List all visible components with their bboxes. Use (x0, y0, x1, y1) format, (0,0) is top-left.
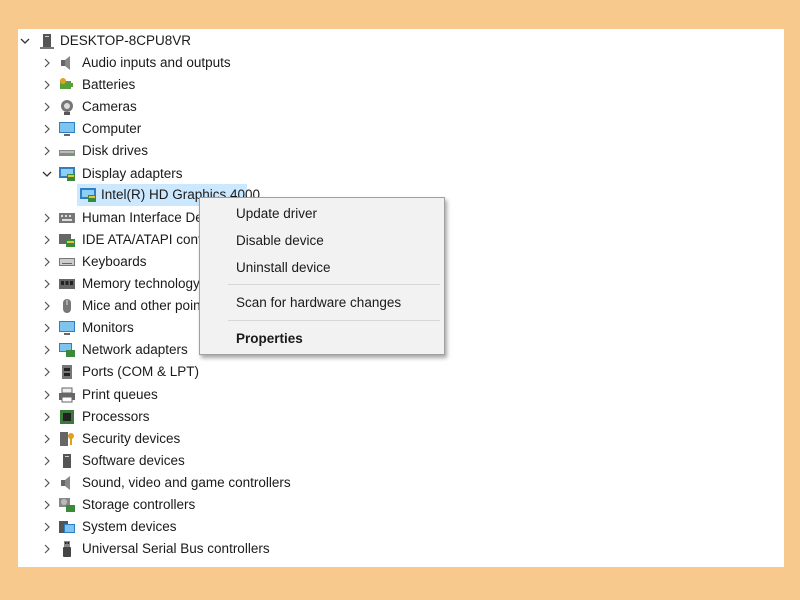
tree-item-software-devices[interactable]: Software devices (40, 450, 340, 472)
chevron-right-icon[interactable] (40, 538, 54, 560)
chevron-right-icon[interactable] (40, 516, 54, 538)
tree-item-processors[interactable]: Processors (40, 406, 340, 428)
security-key-icon (58, 430, 76, 448)
tree-item-label: Computer (82, 121, 142, 137)
tree-item-security-devices[interactable]: Security devices (40, 428, 340, 450)
tree-item-label: Universal Serial Bus controllers (82, 541, 270, 557)
chevron-right-icon[interactable] (40, 428, 54, 450)
tree-item-label: Human Interface Dev (82, 209, 210, 225)
chevron-right-icon[interactable] (40, 406, 54, 428)
chevron-down-icon[interactable] (40, 163, 54, 185)
menu-separator (228, 284, 440, 285)
chevron-right-icon[interactable] (40, 74, 54, 96)
chevron-right-icon[interactable] (40, 96, 54, 118)
tree-item-ports-com-lpt[interactable]: Ports (COM & LPT) (40, 361, 340, 383)
chevron-right-icon[interactable] (40, 52, 54, 74)
disk-drive-icon (58, 142, 76, 160)
chevron-right-icon[interactable] (40, 317, 54, 339)
chevron-right-icon[interactable] (40, 494, 54, 516)
chevron-right-icon[interactable] (40, 339, 54, 361)
tree-item-label: Keyboards (82, 253, 147, 269)
speaker-icon (58, 474, 76, 492)
display-adapter-icon (58, 165, 76, 183)
tree-root-label: DESKTOP-8CPU8VR (60, 33, 192, 48)
processor-icon (58, 408, 76, 426)
chevron-right-icon[interactable] (40, 361, 54, 383)
menu-item-disable-device[interactable]: Disable device (200, 229, 444, 253)
tree-item-label: IDE ATA/ATAPI contro (82, 231, 214, 247)
computer-tower-icon (38, 32, 56, 50)
menu-item-update-driver[interactable]: Update driver (200, 202, 444, 226)
tree-item-label: Network adapters (82, 342, 188, 358)
tree-item-label: Sound, video and game controllers (82, 474, 291, 490)
memory-chip-icon (58, 275, 76, 293)
tree-item-label: Disk drives (82, 143, 149, 159)
chevron-right-icon[interactable] (40, 384, 54, 406)
chevron-right-icon[interactable] (40, 118, 54, 140)
tree-item-audio-inputs-and-outputs[interactable]: Audio inputs and outputs (40, 52, 340, 74)
chevron-right-icon[interactable] (40, 295, 54, 317)
tree-item-label: Print queues (82, 386, 158, 402)
tree-item-system-devices[interactable]: System devices (40, 516, 340, 538)
display-adapter-icon (79, 186, 97, 204)
printer-icon (58, 386, 76, 404)
ide-controller-icon (58, 231, 76, 249)
tree-item-sound-video-and-game-controllers[interactable]: Sound, video and game controllers (40, 472, 340, 494)
menu-item-uninstall-device[interactable]: Uninstall device (200, 256, 444, 280)
tree-item-label: Memory technology (82, 276, 200, 291)
tree-item-print-queues[interactable]: Print queues (40, 384, 340, 406)
chevron-down-icon[interactable] (18, 30, 32, 52)
menu-item-properties[interactable]: Properties (200, 327, 444, 351)
tree-item-label: Security devices (82, 430, 181, 446)
tree-item-label: Cameras (82, 99, 137, 115)
usb-icon (58, 540, 76, 558)
chevron-right-icon[interactable] (40, 207, 54, 229)
tree-root[interactable]: DESKTOP-8CPU8VR (18, 30, 318, 52)
chevron-right-icon[interactable] (40, 273, 54, 295)
tree-item-disk-drives[interactable]: Disk drives (40, 140, 340, 162)
tree-item-cameras[interactable]: Cameras (40, 96, 340, 118)
mouse-icon (58, 297, 76, 315)
chevron-right-icon[interactable] (40, 251, 54, 273)
chevron-right-icon[interactable] (40, 450, 54, 472)
menu-item-scan-hardware[interactable]: Scan for hardware changes (200, 291, 444, 315)
tree-item-label: Audio inputs and outputs (82, 55, 231, 70)
camera-icon (58, 98, 76, 116)
tree-item-label: System devices (82, 519, 177, 535)
speaker-icon (58, 54, 76, 72)
chevron-right-icon[interactable] (40, 472, 54, 494)
tree-item-computer[interactable]: Computer (40, 118, 340, 140)
chevron-right-icon[interactable] (40, 140, 54, 162)
tree-item-batteries[interactable]: Batteries (40, 74, 340, 96)
tree-item-display-adapters[interactable]: Display adapters (40, 163, 340, 185)
hid-icon (58, 209, 76, 227)
monitor-icon (58, 120, 76, 138)
tree-item-label: Storage controllers (82, 497, 196, 512)
system-device-icon (58, 518, 76, 536)
tree-item-universal-serial-bus-controllers[interactable]: Universal Serial Bus controllers (40, 538, 340, 560)
context-menu: Update driver Disable device Uninstall d… (199, 197, 445, 355)
software-device-icon (58, 452, 76, 470)
port-icon (58, 363, 76, 381)
monitor-icon (58, 319, 76, 337)
tree-item-storage-controllers[interactable]: Storage controllers (40, 494, 340, 516)
network-adapter-icon (58, 341, 76, 359)
tree-item-label: Processors (82, 408, 150, 424)
battery-icon (58, 76, 76, 94)
storage-controller-icon (58, 496, 76, 514)
tree-item-label: Mice and other point (82, 298, 205, 314)
menu-separator (228, 320, 440, 321)
tree-item-label: Display adapters (82, 165, 183, 181)
tree-item-label: Monitors (82, 320, 134, 336)
tree-item-label: Ports (COM & LPT) (82, 364, 200, 380)
keyboard-icon (58, 253, 76, 271)
tree-item-label: Software devices (82, 452, 185, 468)
chevron-right-icon[interactable] (40, 229, 54, 251)
tree-item-label: Batteries (82, 77, 136, 93)
